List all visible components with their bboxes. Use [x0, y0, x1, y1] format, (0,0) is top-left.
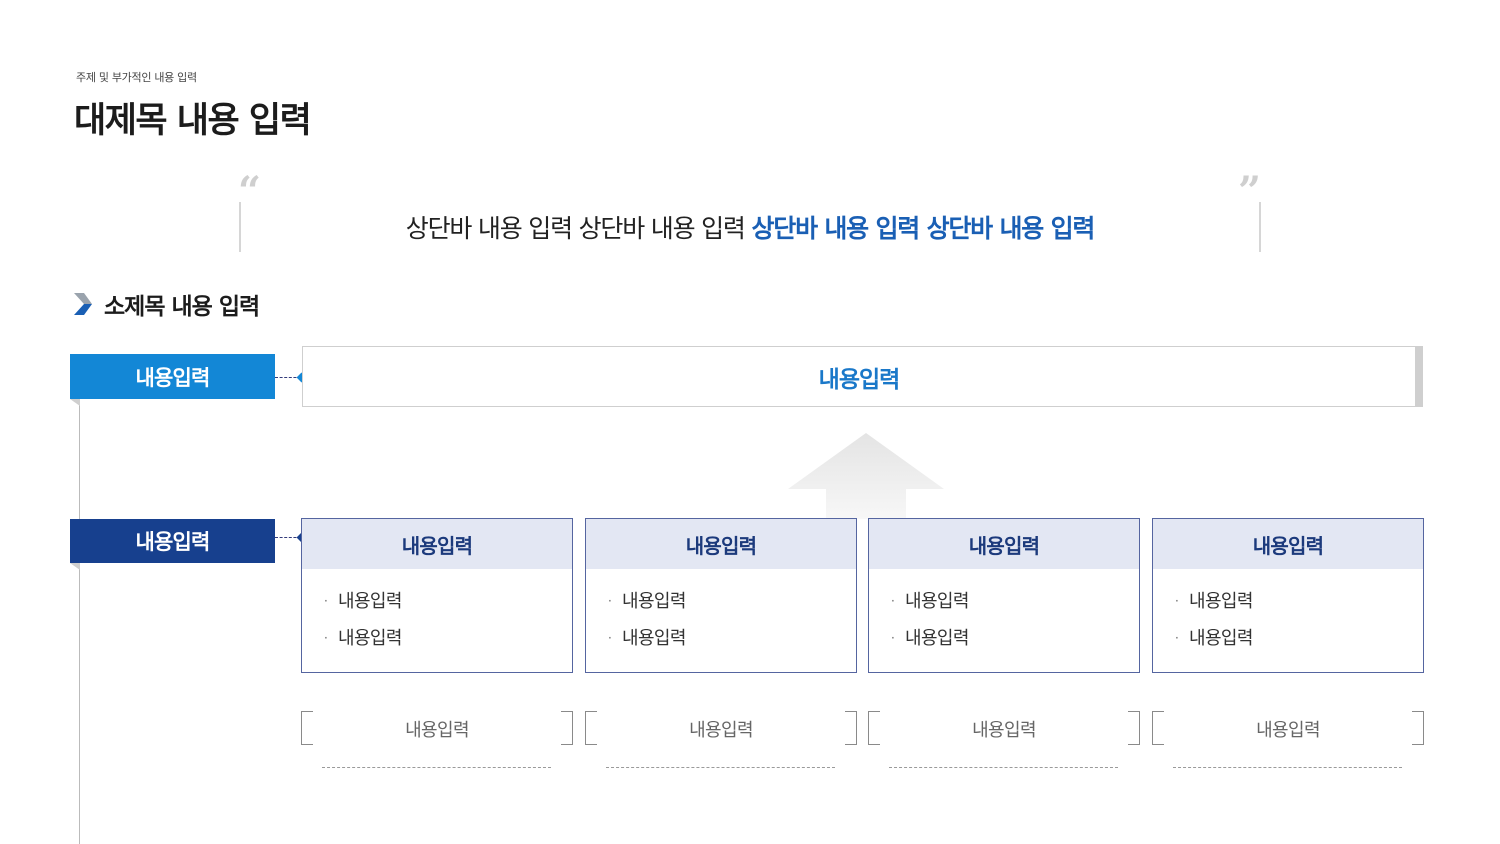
list-item-text: 내용입력: [338, 628, 402, 649]
bracket-right-icon: [1412, 711, 1424, 745]
bullet-icon: ·: [1175, 594, 1179, 608]
tag-upper: 내용입력: [70, 354, 275, 399]
card-caption: 내용입력: [585, 711, 857, 745]
subtitle-text: 소제목 내용 입력: [104, 294, 260, 320]
close-quote-icon: ”: [1238, 168, 1262, 215]
eyebrow-text: 주제 및 부가적인 내용 입력: [76, 71, 197, 84]
card-title: 내용입력: [869, 519, 1139, 569]
card-caption: 내용입력: [301, 711, 573, 745]
content-card: 내용입력 · 내용입력 · 내용입력: [585, 518, 857, 673]
top-content-box: 내용입력: [302, 346, 1423, 407]
card-list: · 내용입력 · 내용입력: [869, 569, 1139, 663]
list-item-text: 내용입력: [622, 628, 686, 649]
list-item: · 내용입력: [891, 589, 1139, 626]
card-list: · 내용입력 · 내용입력: [302, 569, 572, 663]
open-quote-icon: “: [238, 168, 262, 215]
bullet-icon: ·: [891, 594, 895, 608]
card-title: 내용입력: [302, 519, 572, 569]
bracket-right-icon: [561, 711, 573, 745]
bullet-icon: ·: [324, 631, 328, 645]
list-item-text: 내용입력: [1189, 591, 1253, 612]
list-item: · 내용입력: [608, 626, 856, 663]
bracket-right-icon: [845, 711, 857, 745]
chevron-right-icon: [74, 293, 92, 315]
timeline-line: [79, 398, 80, 844]
quote-text-highlight: 상단바 내용 입력 상단바 내용 입력: [751, 214, 1095, 243]
caption-underline: [889, 767, 1118, 768]
list-item-text: 내용입력: [338, 591, 402, 612]
list-item: · 내용입력: [1175, 626, 1423, 663]
bullet-icon: ·: [891, 631, 895, 645]
bullet-icon: ·: [1175, 631, 1179, 645]
subtitle: 소제목 내용 입력: [72, 289, 260, 320]
caption-text: 내용입력: [972, 720, 1036, 741]
caption-text: 내용입력: [689, 720, 753, 741]
card-title: 내용입력: [1153, 519, 1423, 569]
top-content-text: 내용입력: [818, 366, 901, 393]
tag-lower: 내용입력: [70, 519, 275, 563]
card-caption: 내용입력: [1152, 711, 1424, 745]
quote-text-normal: 상단바 내용 입력 상단바 내용 입력: [405, 214, 752, 243]
caption-underline: [606, 767, 835, 768]
bullet-icon: ·: [608, 631, 612, 645]
page-title: 대제목 내용 입력: [74, 101, 312, 141]
caption-text: 내용입력: [405, 720, 469, 741]
list-item-text: 내용입력: [905, 628, 969, 649]
caption-underline: [322, 767, 551, 768]
card-title: 내용입력: [586, 519, 856, 569]
list-item: · 내용입력: [324, 626, 572, 663]
content-card: 내용입력 · 내용입력 · 내용입력: [301, 518, 573, 673]
caption-text: 내용입력: [1256, 720, 1320, 741]
caption-underline: [1173, 767, 1402, 768]
quote-text: 상단바 내용 입력 상단바 내용 입력 상단바 내용 입력 상단바 내용 입력: [250, 209, 1250, 245]
content-card: 내용입력 · 내용입력 · 내용입력: [1152, 518, 1424, 673]
card-list: · 내용입력 · 내용입력: [586, 569, 856, 663]
quote-divider-right: [1259, 202, 1261, 252]
card-list: · 내용입력 · 내용입력: [1153, 569, 1423, 663]
bullet-icon: ·: [324, 594, 328, 608]
list-item: · 내용입력: [891, 626, 1139, 663]
list-item-text: 내용입력: [1189, 628, 1253, 649]
bracket-right-icon: [1128, 711, 1140, 745]
quote-divider-left: [239, 202, 241, 252]
list-item-text: 내용입력: [905, 591, 969, 612]
content-card: 내용입력 · 내용입력 · 내용입력: [868, 518, 1140, 673]
list-item: · 내용입력: [1175, 589, 1423, 626]
list-item: · 내용입력: [324, 589, 572, 626]
list-item-text: 내용입력: [622, 591, 686, 612]
card-caption: 내용입력: [868, 711, 1140, 745]
list-item: · 내용입력: [608, 589, 856, 626]
arrow-up-icon: [788, 433, 944, 519]
bullet-icon: ·: [608, 594, 612, 608]
